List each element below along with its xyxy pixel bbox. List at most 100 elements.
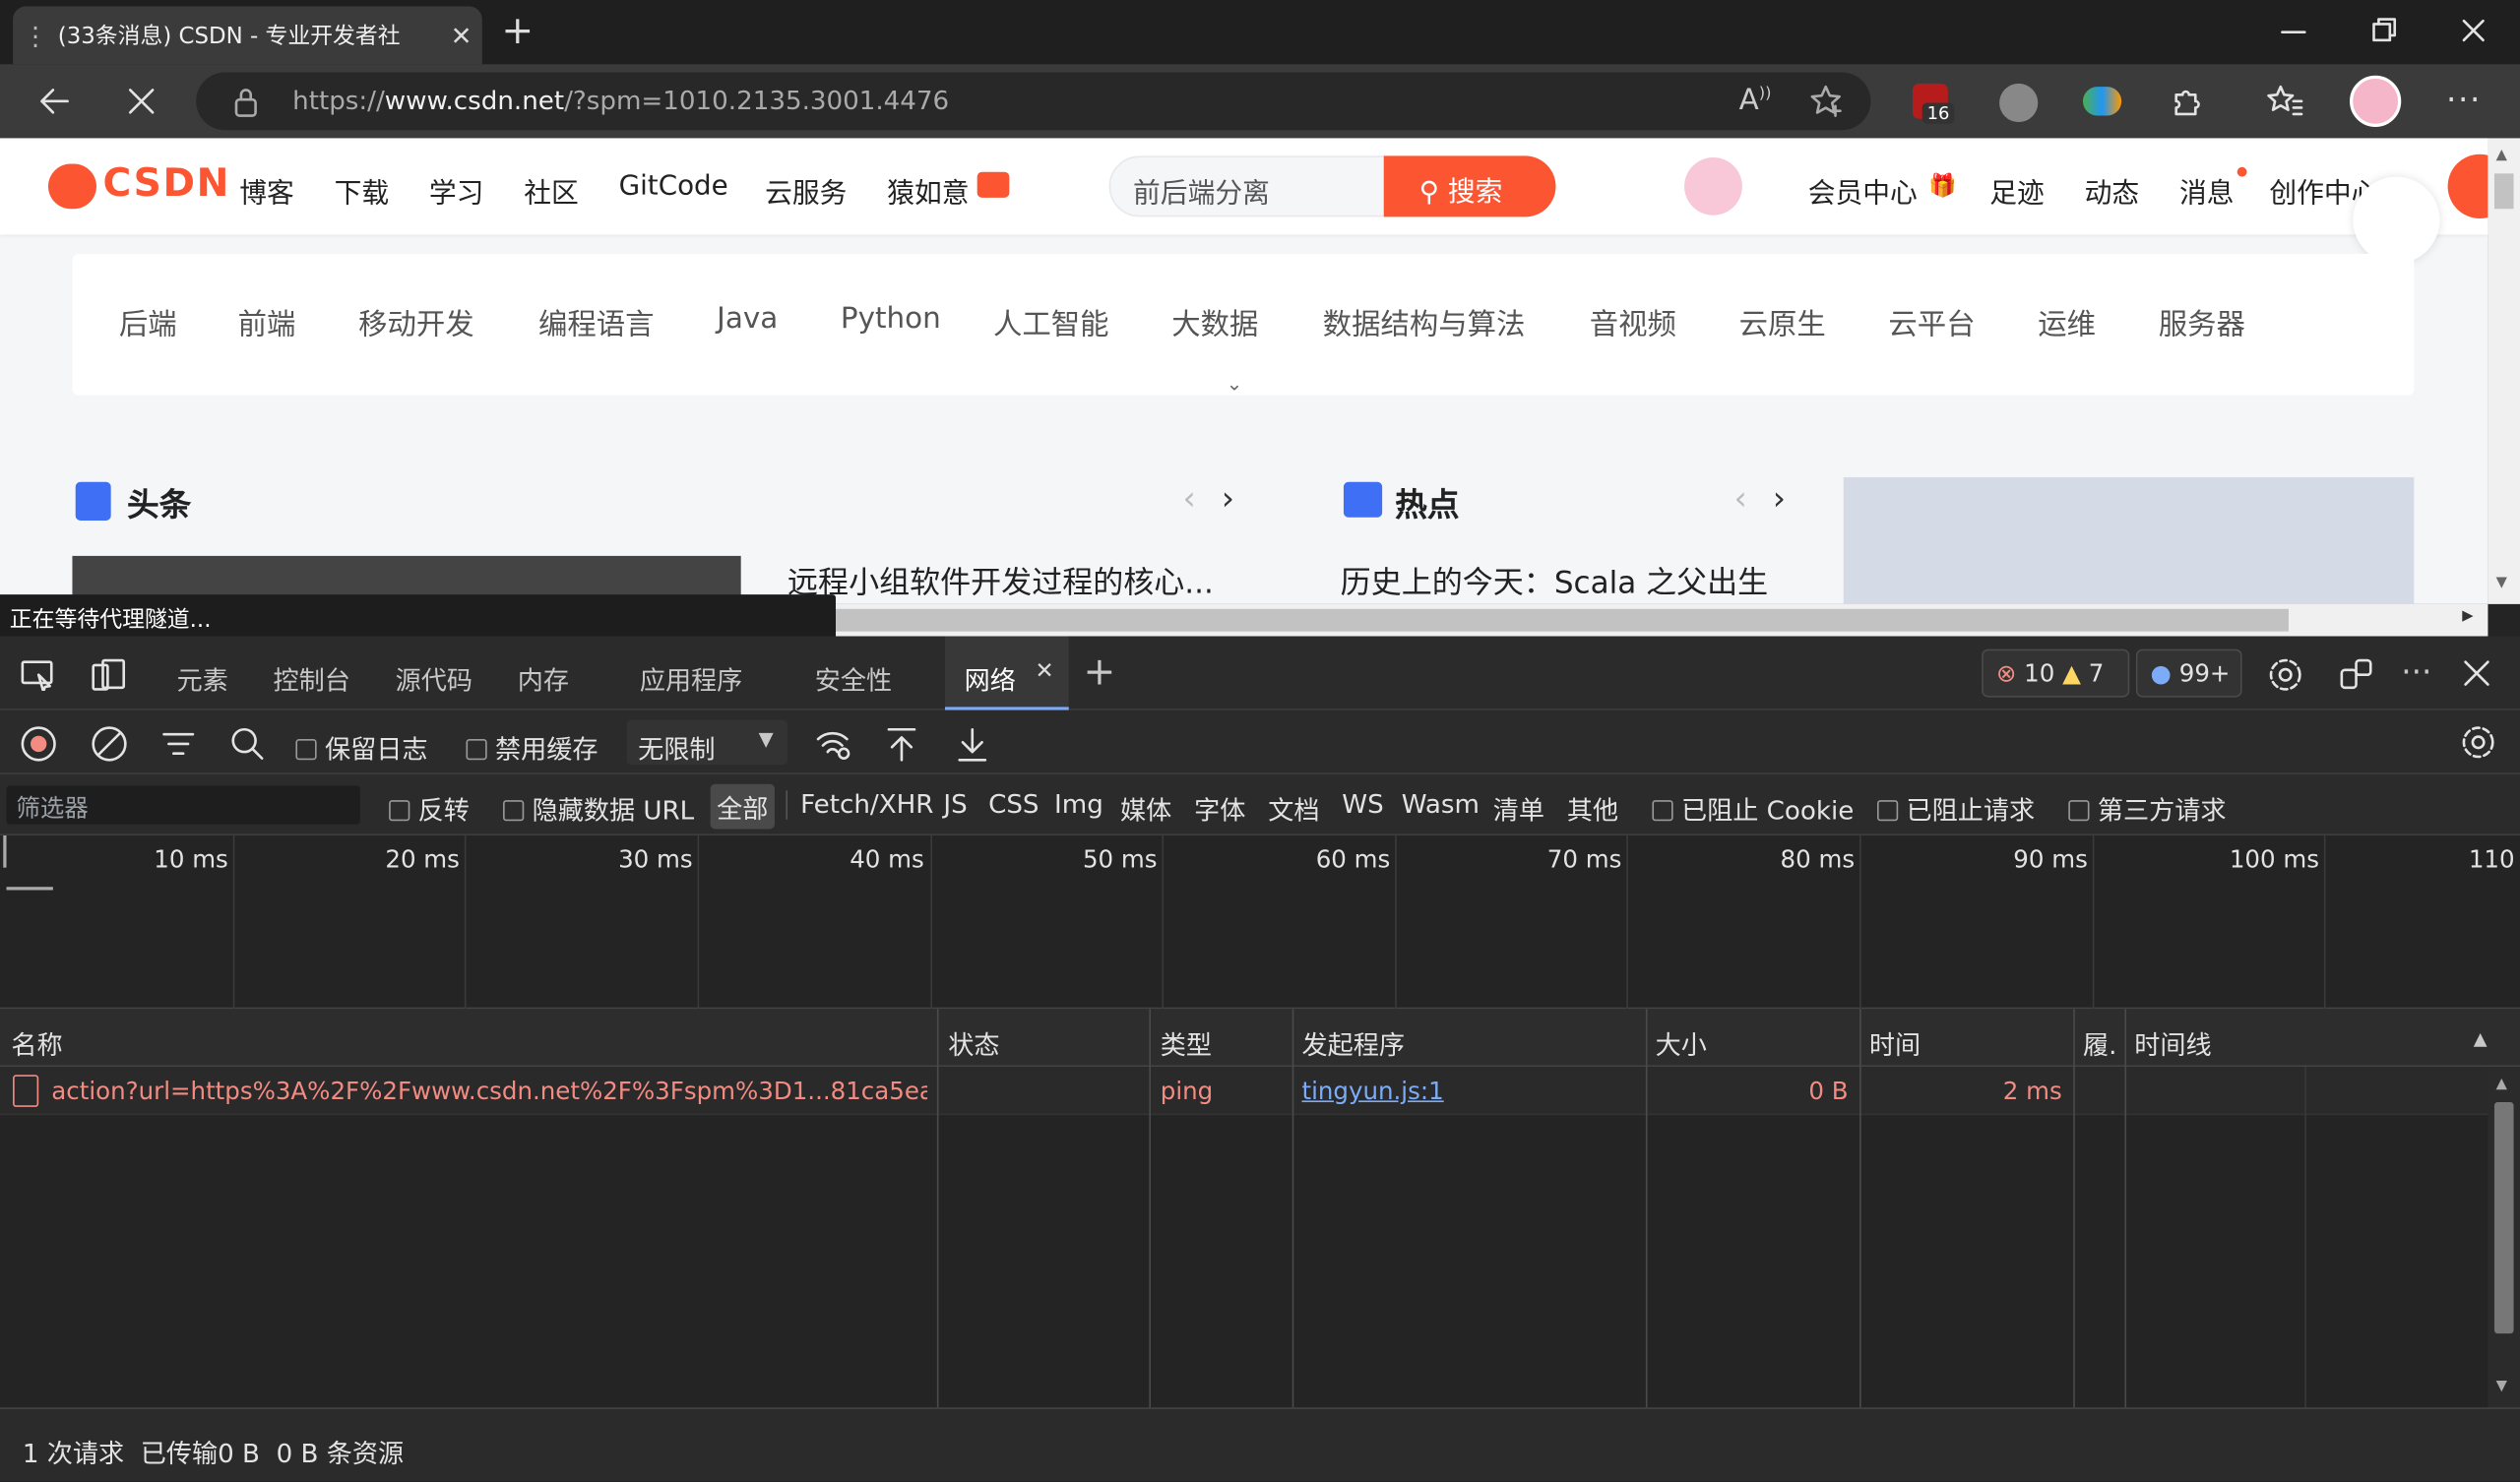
- preserve-log-checkbox[interactable]: 保留日志: [295, 728, 427, 767]
- tab-application[interactable]: 应用程序: [640, 658, 743, 697]
- filter-type-css[interactable]: CSS: [988, 789, 1039, 820]
- category-item[interactable]: 音视频: [1590, 302, 1676, 343]
- scroll-down-icon[interactable]: ▼: [2496, 1379, 2507, 1394]
- device-emulation-icon[interactable]: [90, 657, 128, 693]
- nav-footprint[interactable]: 足迹: [1989, 170, 2045, 211]
- sort-ascending-icon[interactable]: ▲: [2474, 1028, 2488, 1049]
- blocked-requests-checkbox[interactable]: 已阻止请求: [1876, 789, 2035, 828]
- address-bar[interactable]: https://www.csdn.net/?spm=1010.2135.3001…: [196, 72, 1871, 131]
- clear-icon[interactable]: [90, 724, 128, 763]
- hide-data-url-checkbox[interactable]: 隐藏数据 URL: [503, 789, 694, 828]
- export-har-icon[interactable]: [955, 724, 990, 763]
- prev-arrow-icon[interactable]: ‹: [1183, 479, 1196, 518]
- nav-download[interactable]: 下载: [335, 170, 390, 211]
- customer-service-icon[interactable]: [2353, 176, 2440, 264]
- category-item[interactable]: 后端: [119, 302, 177, 343]
- lock-icon[interactable]: [231, 87, 260, 119]
- filter-type-img[interactable]: Img: [1054, 789, 1103, 820]
- profile-avatar[interactable]: [2350, 75, 2402, 127]
- browser-tab-active[interactable]: ⋮ (33条消息) CSDN - 专业开发者社 ✕: [13, 6, 482, 65]
- back-icon[interactable]: [35, 82, 74, 120]
- nav-dynamics[interactable]: 动态: [2085, 170, 2140, 211]
- request-initiator-link[interactable]: tingyun.js:1: [1301, 1077, 1443, 1105]
- close-window-icon[interactable]: [2459, 16, 2488, 44]
- network-overview-timeline[interactable]: 10 ms 20 ms 30 ms 40 ms 50 ms 60 ms 70 m…: [0, 835, 2520, 1010]
- tab-security[interactable]: 安全性: [815, 658, 892, 697]
- scroll-up-icon[interactable]: ▲: [2496, 148, 2507, 163]
- scroll-down-icon[interactable]: ▼: [2496, 576, 2507, 591]
- tab-network[interactable]: 网络 ✕: [945, 636, 1069, 710]
- tab-console[interactable]: 控制台: [274, 658, 350, 697]
- search-button[interactable]: ⚲ 搜索: [1383, 155, 1556, 217]
- third-party-checkbox[interactable]: 第三方请求: [2068, 789, 2226, 828]
- nav-gitcode[interactable]: GitCode: [619, 170, 728, 203]
- category-item[interactable]: 服务器: [2159, 302, 2245, 343]
- expand-chevron-icon[interactable]: ⌄: [1227, 373, 1242, 396]
- column-size[interactable]: 大小: [1656, 1023, 1707, 1062]
- extension-color-icon[interactable]: [2082, 87, 2122, 116]
- inspect-element-icon[interactable]: [20, 658, 58, 692]
- checkbox-box[interactable]: [295, 739, 317, 761]
- close-tab-icon[interactable]: ✕: [1035, 658, 1053, 684]
- filter-input[interactable]: 筛选器: [6, 785, 360, 825]
- column-status[interactable]: 状态: [948, 1023, 999, 1062]
- add-favorite-icon[interactable]: [1809, 84, 1845, 119]
- filter-type-all[interactable]: 全部: [710, 783, 775, 830]
- category-item[interactable]: 前端: [238, 302, 296, 343]
- filter-type-manifest[interactable]: 清单: [1493, 789, 1544, 828]
- category-item[interactable]: Python: [841, 302, 941, 336]
- nav-cloud[interactable]: 云服务: [765, 170, 847, 211]
- checkbox-box[interactable]: [1652, 800, 1673, 822]
- category-item[interactable]: 编程语言: [538, 302, 655, 343]
- dock-side-icon[interactable]: [2337, 655, 2375, 694]
- nav-blog[interactable]: 博客: [239, 170, 294, 211]
- invert-checkbox[interactable]: 反转: [389, 789, 470, 828]
- read-aloud-icon[interactable]: A)): [1739, 84, 1772, 117]
- filter-type-font[interactable]: 字体: [1194, 789, 1245, 828]
- checkbox-box[interactable]: [1876, 800, 1899, 822]
- category-item[interactable]: 移动开发: [358, 302, 474, 343]
- category-item[interactable]: 云平台: [1888, 302, 1975, 343]
- page-vertical-scrollbar[interactable]: ▲ ▼: [2488, 138, 2520, 604]
- checkbox-box[interactable]: [503, 800, 525, 822]
- more-tools-plus-icon[interactable]: +: [1083, 649, 1115, 695]
- category-item[interactable]: 数据结构与算法: [1323, 302, 1526, 343]
- close-devtools-icon[interactable]: [2462, 658, 2490, 687]
- column-waterfall[interactable]: 时间线: [2134, 1023, 2211, 1062]
- filter-type-doc[interactable]: 文档: [1268, 789, 1319, 828]
- banner-image[interactable]: [1843, 476, 2415, 604]
- next-arrow-icon[interactable]: ›: [1222, 479, 1234, 518]
- hot-link[interactable]: 历史上的今天：Scala 之父出生: [1341, 559, 1769, 602]
- issues-counter[interactable]: ⊗ 10 ▲ 7: [1982, 648, 2130, 698]
- nav-learn[interactable]: 学习: [429, 170, 484, 211]
- table-scroll-thumb[interactable]: [2493, 1102, 2514, 1334]
- nav-yuanruyi[interactable]: 猿如意: [887, 170, 969, 211]
- publish-button[interactable]: [2447, 154, 2488, 219]
- csdn-logo-icon[interactable]: [47, 163, 96, 210]
- filter-type-media[interactable]: 媒体: [1120, 789, 1171, 828]
- column-name[interactable]: 名称: [11, 1023, 62, 1062]
- extensions-puzzle-icon[interactable]: [2170, 84, 2205, 119]
- column-fulfilled-by[interactable]: 履.: [2083, 1023, 2116, 1062]
- filter-icon[interactable]: [160, 726, 196, 762]
- messages-counter[interactable]: ● 99+: [2135, 648, 2242, 698]
- disable-cache-checkbox[interactable]: 禁用缓存: [466, 728, 598, 767]
- category-item[interactable]: 云原生: [1739, 302, 1826, 343]
- checkbox-box[interactable]: [389, 800, 410, 822]
- filter-type-ws[interactable]: WS: [1342, 789, 1383, 820]
- checkbox-box[interactable]: [466, 739, 487, 761]
- restore-icon[interactable]: [2369, 16, 2398, 44]
- table-scrollbar[interactable]: ▲ ▼: [2488, 1067, 2520, 1408]
- stop-loading-icon[interactable]: [125, 86, 158, 118]
- tab-elements[interactable]: 元素: [177, 658, 228, 697]
- devtools-more-icon[interactable]: ···: [2401, 652, 2431, 691]
- import-har-icon[interactable]: [884, 724, 919, 763]
- filter-type-wasm[interactable]: Wasm: [1402, 789, 1480, 820]
- column-time[interactable]: 时间: [1869, 1023, 1921, 1062]
- record-stop-icon[interactable]: [20, 724, 58, 763]
- nav-messages[interactable]: 消息: [2179, 170, 2235, 211]
- table-row[interactable]: action?url=https%3A%2F%2Fwww.csdn.net%2F…: [0, 1067, 2488, 1116]
- filter-type-other[interactable]: 其他: [1567, 789, 1618, 828]
- devtools-settings-icon[interactable]: [2266, 655, 2304, 694]
- extension-paused-icon[interactable]: [1999, 83, 2039, 123]
